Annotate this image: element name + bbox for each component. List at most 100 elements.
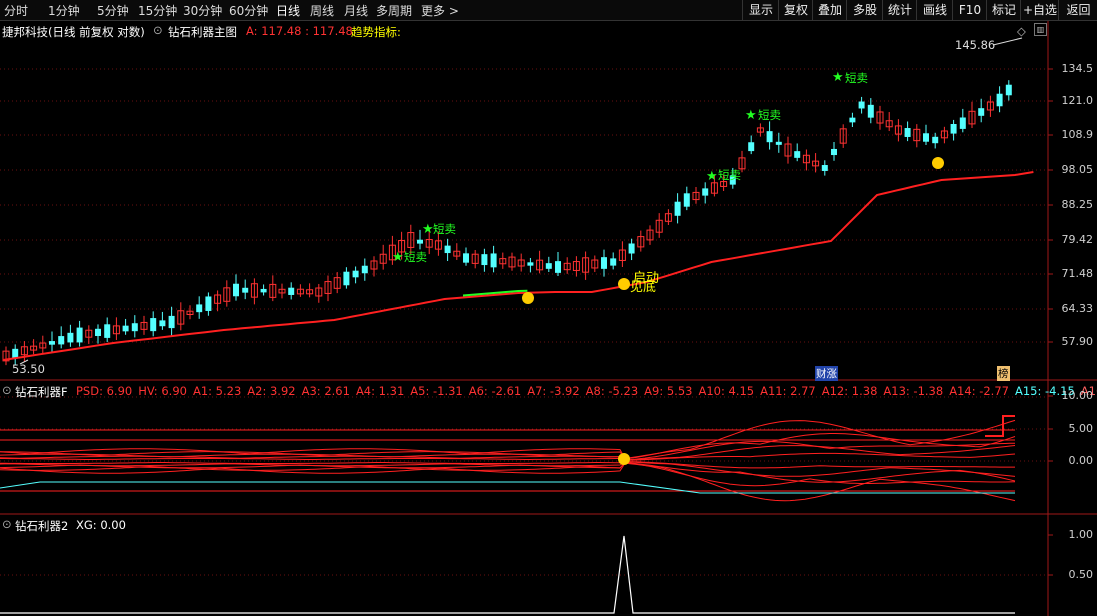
candle-down	[978, 108, 985, 116]
panel2-value: A14: -2.77	[949, 384, 1009, 398]
trend-indicator-label: 趋势指标:	[351, 25, 401, 39]
candle-down	[794, 151, 801, 158]
high-price-label: 145.86	[955, 38, 996, 52]
high-arrow	[992, 37, 1023, 46]
candle-down	[821, 165, 828, 171]
panel2-value: A6: -2.61	[468, 384, 522, 398]
short-sell-mark: 短卖	[845, 71, 868, 85]
star-icon: ★	[392, 250, 404, 265]
panel2-values: PSD: 6.90 HV: 6.90 A1: 5.23 A2: 3.92 A3: 2.6…	[76, 384, 1097, 398]
star-icon: ★	[422, 222, 434, 237]
candle-down	[702, 188, 709, 196]
candle-down	[674, 201, 681, 216]
candle-down	[463, 253, 469, 263]
panel2-value: HV: 6.90	[138, 384, 187, 398]
panel2-value: A1: 5.23	[192, 384, 242, 398]
candle-down	[417, 239, 423, 244]
price-tick-label: 108.9	[1061, 128, 1094, 141]
candle-down	[959, 117, 966, 129]
money-bag-icon	[618, 453, 630, 465]
candle-down	[1005, 84, 1012, 96]
money-bag-icon	[618, 278, 630, 290]
star-icon: ★	[745, 108, 757, 123]
collapse-toggle-icon[interactable]: ⊙	[2, 517, 12, 531]
panel2-value: A12: 1.38	[821, 384, 878, 398]
ranking-tag[interactable]: 榜	[997, 366, 1010, 381]
expand-icon[interactable]: ◇	[1017, 24, 1026, 38]
panel2-value: A2: 3.92	[247, 384, 296, 398]
kline-chart-canvas[interactable]: ★ ★ ★ ★ ★	[0, 0, 1097, 616]
candle-down	[260, 288, 267, 293]
candle-down	[610, 258, 617, 266]
price-tick-label: 134.5	[1061, 62, 1094, 75]
candle-down	[481, 254, 488, 266]
low-price-label: 53.50	[12, 362, 45, 376]
candle-down	[233, 283, 239, 297]
panel2-tick-label: 0.00	[1068, 454, 1094, 467]
candle-down	[766, 131, 773, 143]
price-tick-label: 121.0	[1061, 94, 1094, 107]
candle-down	[490, 253, 497, 268]
candle-down	[12, 348, 19, 358]
collapse-toggle-icon[interactable]: ⊙	[153, 23, 163, 37]
candle-down	[444, 245, 451, 254]
star-icon: ★	[832, 70, 844, 85]
panel3-tick-label: 0.50	[1068, 568, 1094, 581]
panel2-value: A9: 5.53	[644, 384, 693, 398]
candle-down	[361, 265, 368, 274]
main-indicator-name[interactable]: 钻石利器主图	[168, 24, 237, 40]
price-tick-label: 57.90	[1061, 335, 1094, 348]
candle-down	[343, 271, 350, 286]
candle-down	[849, 117, 856, 123]
candle-down	[122, 325, 129, 332]
candle-down	[904, 128, 911, 137]
price-tick-label: 98.05	[1061, 163, 1094, 176]
panel2-value: A4: 1.31	[355, 384, 405, 398]
candle-down	[352, 270, 359, 278]
star-icon: ★	[706, 169, 718, 184]
candle-down	[205, 296, 212, 311]
finance-rise-tag[interactable]: 财涨	[815, 366, 838, 381]
candle-down	[601, 257, 607, 269]
panel2-value: A11: 2.77	[760, 384, 816, 398]
collapse-toggle-icon[interactable]: ⊙	[2, 383, 12, 397]
candle-down	[950, 124, 957, 134]
candle-down	[76, 327, 83, 343]
panel2-value: PSD: 6.90	[76, 384, 133, 398]
panel2-indicator-name[interactable]: 钻石利器F	[15, 384, 68, 400]
candle-down	[150, 318, 157, 332]
candle-down	[49, 341, 55, 345]
price-tick-label: 88.25	[1061, 198, 1094, 211]
candle-down	[545, 263, 552, 269]
candle-down	[67, 332, 74, 343]
candle-down	[683, 193, 690, 207]
panel2-value: A7: -3.92	[527, 384, 580, 398]
panel2-value: A5: -1.31	[410, 384, 463, 398]
candle-down	[775, 141, 782, 145]
candle-down	[867, 104, 874, 118]
smiley-icon	[932, 157, 944, 169]
short-sell-mark: 短卖	[718, 168, 741, 182]
short-sell-mark: 短卖	[758, 108, 781, 122]
candle-down	[168, 315, 175, 329]
price-tick-label: 64.33	[1061, 302, 1094, 315]
candle-down	[95, 328, 101, 337]
short-sell-mark: 短卖	[433, 222, 456, 236]
candle-down	[288, 287, 295, 295]
panel3-indicator-name[interactable]: 钻石利器2	[15, 518, 68, 534]
candle-down	[996, 93, 1003, 107]
stock-name-label: 捷邦科技(日线 前复权 对数)	[2, 25, 145, 39]
price-tick-label: 71.48	[1061, 267, 1094, 280]
bottom-signal-label: 见底	[630, 280, 657, 295]
candle-down	[923, 133, 929, 142]
candle-down	[131, 323, 138, 332]
band-line	[0, 461, 1016, 477]
candle-down	[159, 320, 166, 327]
candle-down	[555, 261, 561, 273]
candle-down	[104, 324, 111, 338]
candle-down	[628, 243, 635, 254]
window-toggle-icon[interactable]: ▥	[1034, 23, 1047, 36]
candle-down	[196, 304, 203, 313]
indicator-a-value: A: 117.48 : 117.48	[246, 24, 353, 38]
panel2-value: A8: -5.23	[585, 384, 639, 398]
